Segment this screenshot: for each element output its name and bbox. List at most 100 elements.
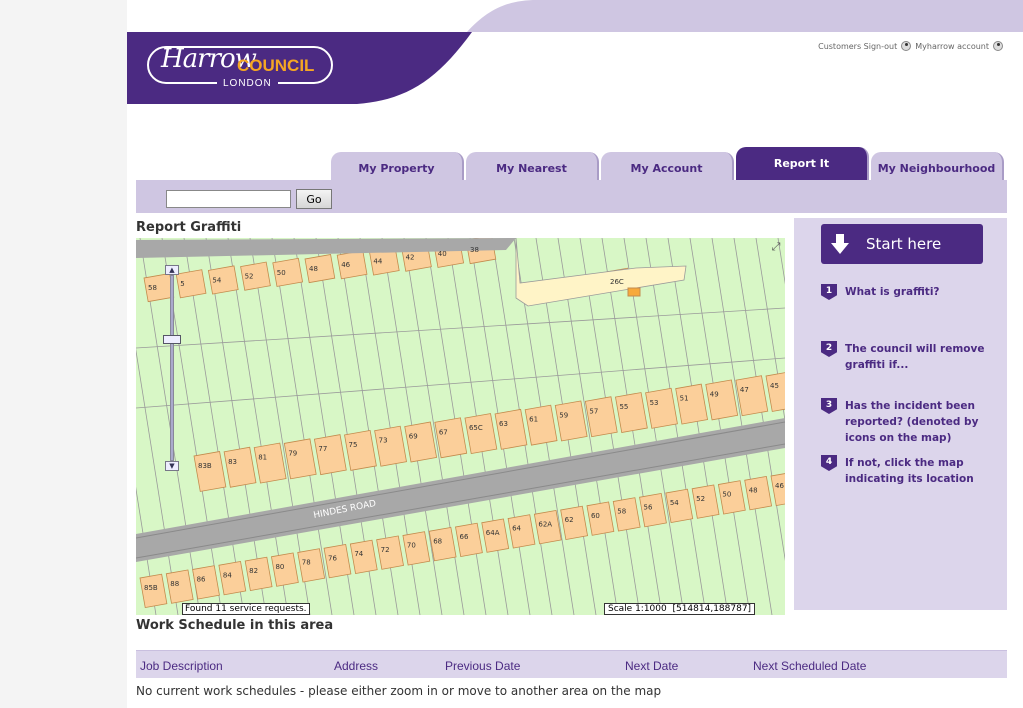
step-number: 4 [821, 455, 837, 471]
house-number-label: 51 [680, 395, 689, 403]
house-number-label: 48 [749, 486, 758, 494]
house-number-label: 44 [373, 257, 382, 265]
house-number-label: 54 [212, 276, 221, 284]
start-here-button[interactable]: Start here [821, 224, 983, 264]
house-number-label: 57 [589, 407, 598, 415]
house-number-label: 68 [433, 537, 442, 545]
house-number-label: 77 [318, 445, 327, 453]
house-number-label: 50 [722, 491, 731, 499]
tab-my-neighbourhood[interactable]: My Neighbourhood [871, 152, 1004, 180]
tab-report-it[interactable]: Report It [736, 147, 869, 180]
house-number-label: 62A [538, 520, 552, 528]
tab-my-property[interactable]: My Property [331, 152, 464, 180]
page: Harrow COUNCIL LONDON Customers Sign-out… [127, 0, 1023, 708]
harrow-council-logo[interactable]: Harrow COUNCIL LONDON [147, 44, 333, 89]
house-footprint [765, 371, 785, 412]
house-number-label: 80 [275, 563, 284, 571]
zoom-handle[interactable] [163, 335, 181, 344]
house-number-label: 54 [670, 499, 679, 507]
house-number-label: 38 [470, 246, 479, 254]
house-number-label: 56 [644, 503, 653, 511]
house-number-label: 67 [439, 428, 448, 436]
myharrow-account-link[interactable]: Myharrow account [915, 42, 989, 51]
house-footprint [374, 425, 407, 467]
person-icon [993, 41, 1003, 51]
house-number-label: 46 [775, 482, 784, 490]
house-number-label: 53 [650, 399, 659, 407]
step-number: 2 [821, 341, 837, 357]
house-number-label: 74 [354, 550, 363, 558]
house-number-label: 5 [180, 280, 184, 288]
column-address[interactable]: Address [334, 659, 378, 673]
zoom-in-icon[interactable]: ▲ [165, 265, 179, 275]
house-number-label: 63 [499, 420, 508, 428]
step-link[interactable]: If not, click the map indicating its loc… [845, 455, 1001, 487]
step-2[interactable]: 2 The council will remove graffiti if... [821, 341, 1001, 373]
house-footprint [313, 434, 347, 476]
main-tabs: My Property My Nearest My Account Report… [331, 147, 1004, 180]
step-number: 3 [821, 398, 837, 414]
expand-icon[interactable]: ⤢ [770, 241, 782, 253]
tab-my-nearest[interactable]: My Nearest [466, 152, 599, 180]
tab-my-account[interactable]: My Account [601, 152, 734, 180]
step-1[interactable]: 1 What is graffiti? [821, 284, 1001, 300]
house-footprint [344, 429, 377, 471]
column-job-description[interactable]: Job Description [140, 659, 223, 673]
down-arrow-icon [831, 234, 849, 254]
zoom-slider[interactable]: ▲ ▼ [163, 265, 181, 471]
step-3[interactable]: 3 Has the incident been reported? (denot… [821, 398, 1001, 446]
search-bar: Go [136, 180, 1007, 213]
house-footprint [193, 451, 227, 492]
no-schedules-message: No current work schedules - please eithe… [136, 684, 662, 698]
map-view[interactable]: HINDES ROAD 58 5 54 52 50 48 46 44 42 40 38 26C 83B 8… [136, 238, 785, 615]
house-number-label: 65C [469, 424, 483, 432]
house-number-label: 52 [696, 495, 705, 503]
work-schedule-title: Work Schedule in this area [136, 618, 334, 633]
zoom-out-icon[interactable]: ▼ [165, 461, 179, 471]
house-footprint [404, 421, 438, 463]
page-title: Report Graffiti [136, 220, 242, 235]
house-footprint [554, 400, 588, 442]
step-number: 1 [821, 284, 837, 300]
house-number-label: 75 [349, 441, 358, 449]
house-number-label: 46 [341, 261, 350, 269]
house-footprint [645, 387, 678, 429]
zoom-track[interactable] [170, 275, 174, 461]
house-number-label: 59 [559, 411, 568, 419]
house-footprint [705, 379, 739, 421]
house-number-label: 86 [197, 576, 206, 584]
column-next-scheduled-date[interactable]: Next Scheduled Date [753, 659, 866, 673]
step-4[interactable]: 4 If not, click the map indicating its l… [821, 455, 1001, 487]
column-previous-date[interactable]: Previous Date [445, 659, 520, 673]
step-link[interactable]: Has the incident been reported? (denoted… [845, 398, 1001, 446]
house-number-label: 47 [740, 386, 749, 394]
house-number-label: 83B [198, 462, 212, 470]
house-footprint [524, 404, 558, 446]
house-footprint [253, 442, 287, 484]
house-number-label: 55 [619, 403, 628, 411]
go-button[interactable]: Go [296, 189, 332, 209]
house-number-label: 85B [144, 584, 158, 592]
customers-signout-link[interactable]: Customers Sign-out [818, 42, 897, 51]
house-number-label: 78 [302, 559, 311, 567]
side-panel: Start here 1 What is graffiti? 2 The cou… [794, 218, 1007, 610]
map-canvas[interactable]: HINDES ROAD 58 5 54 52 50 48 46 44 42 40 3826C83B8… [136, 238, 785, 615]
column-next-date[interactable]: Next Date [625, 659, 678, 673]
scale-label: Scale 1:1000 [514814,188787] [604, 603, 756, 615]
search-input[interactable] [166, 190, 291, 208]
house-number-label: 58 [617, 508, 626, 516]
step-link[interactable]: The council will remove graffiti if... [845, 341, 1001, 373]
house-number-label: 40 [438, 250, 447, 258]
house-number-label: 76 [328, 554, 337, 562]
house-footprint [584, 396, 618, 438]
house-number-label: 84 [223, 571, 232, 579]
house-number-label: 64A [486, 529, 500, 537]
start-here-label: Start here [866, 235, 942, 253]
house-number-label: 64 [512, 525, 521, 533]
house-number-label: 66 [460, 533, 469, 541]
house-number-label: 73 [379, 437, 388, 445]
house-footprint [494, 408, 528, 450]
house-footprint [283, 438, 317, 480]
house-number-label: 26C [610, 278, 624, 286]
step-link[interactable]: What is graffiti? [845, 284, 940, 300]
